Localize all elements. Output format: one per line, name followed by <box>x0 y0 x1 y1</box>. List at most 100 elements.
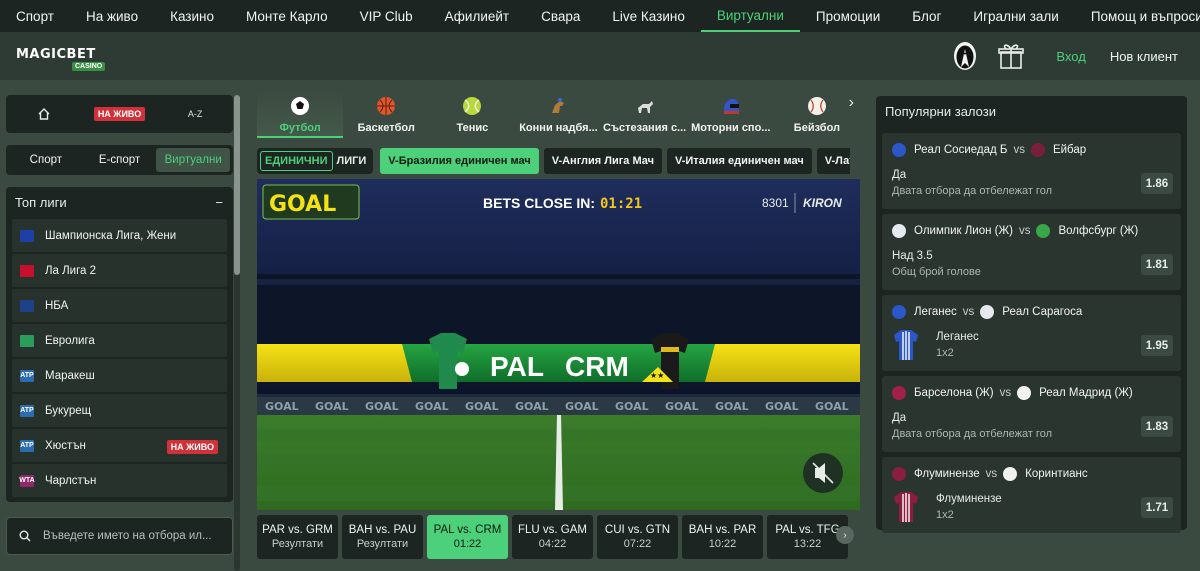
leagues-mode-button[interactable]: ЛИГИ <box>333 151 371 171</box>
odds-button[interactable]: 1.95 <box>1141 335 1173 356</box>
top-nav-item[interactable]: Помощ и въпроси <box>1075 0 1200 32</box>
sport-tab[interactable]: Тенис <box>429 92 515 138</box>
sports-next-arrow[interactable]: › <box>849 94 854 112</box>
top-nav-item[interactable]: Live Казино <box>596 0 700 32</box>
bet-selection: Над 3.5 <box>892 250 933 262</box>
sport-tab[interactable]: Конни надбя... <box>515 92 601 138</box>
top-nav-item[interactable]: Свара <box>525 0 596 32</box>
top-nav-item[interactable]: Промоции <box>800 0 896 32</box>
sport-type-tab[interactable]: Виртуални <box>156 148 231 172</box>
event-tab[interactable]: FLU vs. GAM 04:22 <box>512 515 593 559</box>
league-tab[interactable]: V-Англия Лига Мач <box>543 148 662 174</box>
league-item[interactable]: WTA Чарлстън <box>12 464 227 497</box>
sport-type-tab[interactable]: Е-спорт <box>83 148 157 172</box>
top-nav-item[interactable]: Казино <box>154 0 230 32</box>
bet-selection: Да <box>892 169 907 181</box>
scrollbar-thumb[interactable] <box>234 95 240 275</box>
odds-button[interactable]: 1.71 <box>1141 497 1173 518</box>
event-tab[interactable]: BAH vs. PAR 10:22 <box>682 515 763 559</box>
ad-board-text: GOAL <box>365 400 399 413</box>
top-nav-left: Спорт На живо Казино Монте Карло VIP Club Афи… <box>0 0 896 32</box>
gift-icon[interactable] <box>998 41 1025 71</box>
ad-board-text: GOAL <box>815 400 849 413</box>
single-mode-button[interactable]: ЕДИНИЧНИ <box>260 151 333 171</box>
search-icon <box>19 530 31 542</box>
sport-tab-label: Футбол <box>279 122 321 134</box>
home-team-logo-icon <box>892 143 906 157</box>
odds-button[interactable]: 1.83 <box>1141 416 1173 437</box>
league-item[interactable]: Ла Лига 2 <box>12 254 227 287</box>
login-button[interactable]: Вход <box>1056 49 1085 64</box>
sport-tab-label: Бейзбол <box>793 122 841 134</box>
league-tab[interactable]: V-Бразилия единичен мач <box>380 148 539 174</box>
match-teams[interactable]: Флуминензе vs Коринтианс <box>892 467 1088 481</box>
register-button[interactable]: Нов клиент <box>1110 49 1178 64</box>
league-tab[interactable]: V-Италия единичен мач <box>667 148 812 174</box>
match-teams[interactable]: Барселона (Ж) vs Реал Мадрид (Ж) <box>892 386 1133 400</box>
tennis-ball-icon <box>463 97 482 115</box>
top-nav-item[interactable]: Виртуални <box>700 0 800 32</box>
top-nav-item[interactable]: Афилиейт <box>429 0 525 32</box>
top-nav-item[interactable]: Монте Карло <box>230 0 344 32</box>
virtual-match-stream[interactable]: GOAL GOAL GOAL GOAL GOAL GOAL GOAL GOAL … <box>257 179 860 510</box>
team-search-input[interactable] <box>43 530 223 542</box>
event-tab[interactable]: PAR vs. GRM Резултати <box>257 515 338 559</box>
league-item[interactable]: Евролига <box>12 324 227 357</box>
league-item[interactable]: ATP Хюстън НА ЖИВО <box>12 429 227 462</box>
event-teams: PAL vs. CRM <box>433 524 502 536</box>
bets-close-label: BETS CLOSE IN: <box>483 195 595 211</box>
event-tab[interactable]: BAH vs. PAU Резултати <box>342 515 423 559</box>
soccer-ball-icon <box>291 97 310 115</box>
event-teams: CUI vs. GTN <box>604 524 671 536</box>
league-name: Шампионска Лига, Жени <box>45 229 177 242</box>
ad-board-text: GOAL <box>415 400 449 413</box>
event-status: 13:22 <box>793 538 822 550</box>
ad-board-text: GOAL <box>715 400 749 413</box>
bet-market: 1x2 <box>936 509 954 521</box>
league-name: Маракеш <box>45 369 95 382</box>
top-nav-item[interactable]: Игрални зали <box>957 0 1074 32</box>
league-name: Евролига <box>45 334 95 347</box>
euroleague-icon <box>20 334 34 347</box>
league-item[interactable]: ATP Букурещ <box>12 394 227 427</box>
sport-type-tab[interactable]: Спорт <box>9 148 83 172</box>
sport-tab[interactable]: Бейзбол <box>774 92 860 138</box>
odds-button[interactable]: 1.86 <box>1141 173 1173 194</box>
sport-tab[interactable]: Моторни спо... <box>688 92 774 138</box>
top-nav-item[interactable]: Спорт <box>0 0 70 32</box>
virtual-sports-bar: Футбол Баскетбол Тенис Конни надбя... Състез… <box>257 92 860 138</box>
league-tabs-bar: ЕДИНИЧНИ ЛИГИ V-Бразилия единичен мач V-А… <box>257 146 860 176</box>
collapse-icon[interactable]: − <box>215 195 223 210</box>
event-tab[interactable]: CUI vs. GTN 07:22 <box>597 515 678 559</box>
event-tab[interactable]: PAL vs. CRM 01:22 <box>427 515 508 559</box>
top-nav-item[interactable]: VIP Club <box>344 0 429 32</box>
away-team-logo-icon <box>1003 467 1018 481</box>
home-icon <box>38 108 50 120</box>
sport-tab[interactable]: Състезания с... <box>602 92 688 138</box>
match-teams[interactable]: Олимпик Лион (Ж) vs Волфсбург (Ж) <box>892 224 1138 238</box>
live-button[interactable]: НА ЖИВО <box>82 95 158 133</box>
odds-button[interactable]: 1.81 <box>1141 254 1173 275</box>
home-button[interactable] <box>6 95 82 133</box>
main-content: Футбол Баскетбол Тенис Конни надбя... Състез… <box>257 80 860 571</box>
ad-board-text: GOAL <box>315 400 349 413</box>
league-item[interactable]: НБА <box>12 289 227 322</box>
top-nav-item[interactable]: На живо <box>70 0 154 32</box>
sidebar-scrollbar[interactable] <box>234 95 240 571</box>
sport-tab[interactable]: Футбол <box>257 92 344 138</box>
sport-tab[interactable]: Баскетбол <box>343 92 429 138</box>
az-button[interactable]: A-Z <box>157 95 233 133</box>
league-item[interactable]: ATP Маракеш <box>12 359 227 392</box>
bet-market: 1x2 <box>936 347 954 359</box>
top-leagues-header[interactable]: Топ лиги − <box>6 187 233 217</box>
league-tab[interactable]: V-Латинска <box>816 148 851 174</box>
top-nav-item[interactable]: Блог <box>896 0 957 32</box>
away-team-logo-icon <box>1017 386 1032 400</box>
league-item[interactable]: Шампионска Лига, Жени <box>12 219 227 252</box>
match-teams[interactable]: Реал Сосиедад Б vs Ейбар <box>892 143 1086 157</box>
top-leagues-panel: Топ лиги − Шампионска Лига, Жени Ла Лига … <box>6 187 233 502</box>
tuxedo-icon[interactable] <box>952 41 978 71</box>
events-next-arrow[interactable]: › <box>836 526 854 544</box>
magicbet-logo[interactable]: MAGICBET CASINO <box>16 41 106 71</box>
match-teams[interactable]: Леганес vs Реал Сарагоса <box>892 305 1082 319</box>
